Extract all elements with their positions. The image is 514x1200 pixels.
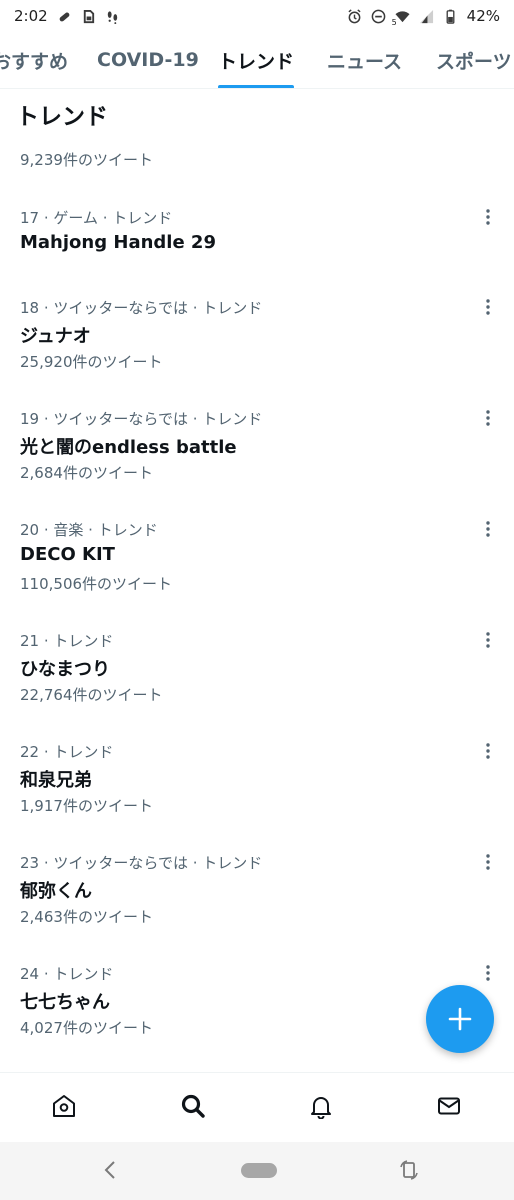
more-options-icon[interactable]: [478, 207, 498, 227]
trend-tweet-count: 22,764件のツイート: [20, 686, 163, 704]
plus-icon: [448, 1007, 472, 1031]
tab-label: COVID-19: [97, 49, 199, 71]
trend-tweet-count: 2,684件のツイート: [20, 464, 153, 482]
trend-tweet-count: 25,920件のツイート: [20, 353, 163, 371]
status-bar: 2:02 5 42%: [0, 0, 514, 32]
more-options-icon[interactable]: [478, 297, 498, 317]
nav-search-button[interactable]: [178, 1091, 208, 1121]
trend-name: Mahjong Handle 29: [20, 232, 216, 253]
section-title: トレンド: [16, 104, 108, 130]
tab-covid-19[interactable]: COVID-19: [97, 32, 199, 88]
nav-home-button[interactable]: [49, 1091, 79, 1121]
previous-trend-tweet-count: 9,239件のツイート: [20, 151, 153, 169]
trend-item-22[interactable]: 22 · トレンド 和泉兄弟 1,917件のツイート: [0, 735, 514, 846]
nav-messages-button[interactable]: [434, 1091, 464, 1121]
tab-label: トレンド: [218, 50, 295, 73]
trend-meta: 22 · トレンド: [20, 743, 114, 761]
trend-meta: 20 · 音楽 · トレンド: [20, 521, 158, 539]
trend-name: ひなまつり: [20, 659, 110, 680]
wifi-badge: 5: [391, 17, 397, 27]
trend-meta: 23 · ツイッターならでは · トレンド: [20, 854, 263, 872]
bandage-icon: [57, 9, 72, 24]
status-right: 5 42%: [347, 7, 500, 27]
trend-name: 七七ちゃん: [20, 992, 110, 1013]
dnd-icon: [371, 9, 386, 24]
more-options-icon[interactable]: [478, 408, 498, 428]
more-options-icon[interactable]: [478, 630, 498, 650]
nav-notifications-button[interactable]: [306, 1091, 336, 1121]
trend-name: ジュナオ: [20, 326, 91, 347]
bell-icon: [311, 1097, 331, 1119]
system-rotate-button[interactable]: [397, 1158, 421, 1182]
trend-name: DECO KIT: [20, 544, 115, 565]
battery-percent: 42%: [466, 7, 500, 25]
trend-tweet-count: 2,463件のツイート: [20, 908, 153, 926]
more-options-icon[interactable]: [478, 852, 498, 872]
trend-item-20[interactable]: 20 · 音楽 · トレンド DECO KIT 110,506件のツイート: [0, 513, 514, 624]
status-time: 2:02: [14, 7, 48, 25]
signal-icon: [419, 9, 434, 24]
more-options-icon[interactable]: [478, 519, 498, 539]
trend-item-23[interactable]: 23 · ツイッターならでは · トレンド 郁弥くん 2,463件のツイート: [0, 846, 514, 957]
back-icon: [104, 1161, 115, 1179]
trend-tweet-count: 4,027件のツイート: [20, 1019, 153, 1037]
trend-name: 郁弥くん: [20, 881, 92, 902]
search-icon: [181, 1094, 205, 1118]
system-home-pill[interactable]: [241, 1163, 277, 1178]
trend-name: 和泉兄弟: [20, 770, 92, 791]
trend-meta: 18 · ツイッターならでは · トレンド: [20, 299, 263, 317]
footsteps-icon: [105, 9, 120, 24]
compose-tweet-button[interactable]: [426, 985, 494, 1053]
trend-item-21[interactable]: 21 · トレンド ひなまつり 22,764件のツイート: [0, 624, 514, 735]
tab-trending[interactable]: トレンド: [218, 32, 295, 88]
trend-meta: 17 · ゲーム · トレンド: [20, 209, 173, 227]
tab-label: スポーツ: [436, 50, 512, 73]
explore-tab-bar: おすすめ COVID-19 トレンド ニュース スポーツ: [0, 32, 514, 89]
trend-tweet-count: 110,506件のツイート: [20, 575, 173, 593]
trend-item-18[interactable]: 18 · ツイッターならでは · トレンド ジュナオ 25,920件のツイート: [0, 291, 514, 402]
trend-item-19[interactable]: 19 · ツイッターならでは · トレンド 光と闇のendless battle…: [0, 402, 514, 513]
trend-tweet-count: 1,917件のツイート: [20, 797, 153, 815]
system-nav-bar: [0, 1142, 514, 1200]
tab-sports[interactable]: スポーツ: [436, 32, 512, 88]
active-tab-indicator: [218, 85, 295, 88]
mail-icon: [438, 1097, 460, 1115]
more-options-icon[interactable]: [478, 741, 498, 761]
tab-label: ニュース: [327, 50, 403, 73]
wifi-icon: 5: [391, 9, 410, 27]
system-back-button[interactable]: [100, 1158, 120, 1182]
battery-icon: [443, 9, 458, 24]
tab-news[interactable]: ニュース: [327, 32, 402, 88]
bottom-nav-bar: [0, 1072, 514, 1142]
trend-meta: 19 · ツイッターならでは · トレンド: [20, 410, 263, 428]
sim-icon: [81, 9, 96, 24]
trend-meta: 21 · トレンド: [20, 632, 114, 650]
rotate-icon: [400, 1160, 418, 1180]
status-left: 2:02: [14, 7, 120, 25]
home-icon: [53, 1095, 75, 1117]
alarm-icon: [347, 8, 362, 24]
tab-for-you[interactable]: おすすめ: [0, 32, 68, 88]
more-options-icon[interactable]: [478, 963, 498, 983]
tab-label: おすすめ: [0, 50, 69, 73]
trend-name: 光と闇のendless battle: [20, 437, 237, 458]
trend-meta: 24 · トレンド: [20, 965, 114, 983]
